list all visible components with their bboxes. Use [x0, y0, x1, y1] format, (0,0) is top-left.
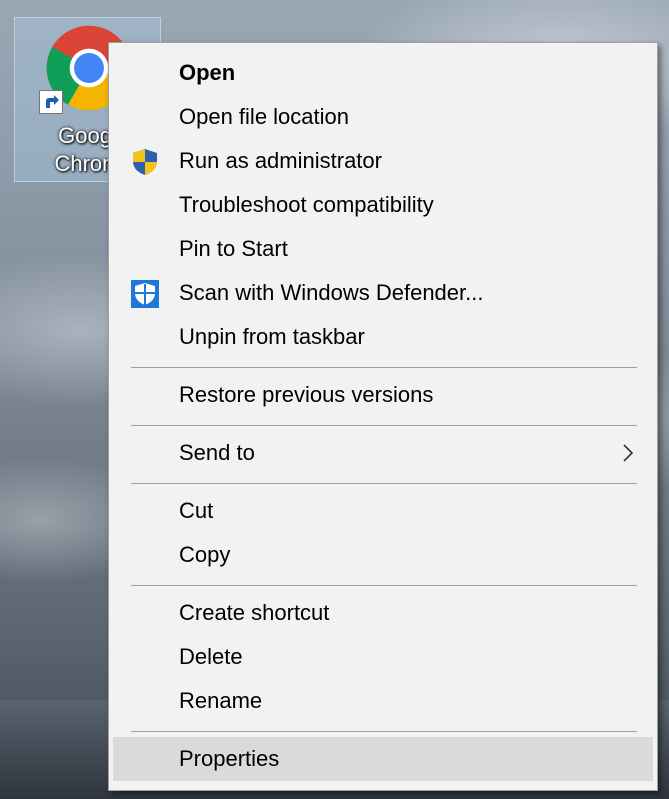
menu-separator: [131, 731, 637, 732]
windows-defender-icon: [131, 280, 159, 308]
menu-item-label: Unpin from taskbar: [179, 324, 365, 349]
menu-item-troubleshoot-compatibility[interactable]: Troubleshoot compatibility: [109, 183, 657, 227]
context-menu: Open Open file location Run as administr…: [108, 42, 658, 791]
menu-item-label: Copy: [179, 542, 231, 567]
menu-item-label: Run as administrator: [179, 148, 382, 173]
menu-item-pin-to-start[interactable]: Pin to Start: [109, 227, 657, 271]
menu-item-label: Cut: [179, 498, 214, 523]
menu-item-copy[interactable]: Copy: [109, 533, 657, 577]
menu-item-cut[interactable]: Cut: [109, 489, 657, 533]
menu-item-unpin-from-taskbar[interactable]: Unpin from taskbar: [109, 315, 657, 359]
uac-shield-icon: [133, 149, 157, 175]
menu-separator: [131, 425, 637, 426]
menu-item-properties[interactable]: Properties: [113, 737, 653, 781]
menu-item-label: Restore previous versions: [179, 382, 434, 407]
menu-item-label: Rename: [179, 688, 263, 713]
menu-item-label: Send to: [179, 440, 255, 465]
menu-item-scan-with-windows-defender[interactable]: Scan with Windows Defender...: [109, 271, 657, 315]
menu-item-open[interactable]: Open: [109, 51, 657, 95]
menu-item-label: Open file location: [179, 104, 349, 129]
menu-item-delete[interactable]: Delete: [109, 635, 657, 679]
menu-item-restore-previous-versions[interactable]: Restore previous versions: [109, 373, 657, 417]
menu-item-label: Pin to Start: [179, 236, 288, 261]
menu-item-label: Troubleshoot compatibility: [179, 192, 434, 217]
menu-item-label: Scan with Windows Defender...: [179, 280, 484, 305]
menu-item-label: Open: [179, 60, 236, 85]
menu-separator: [131, 367, 637, 368]
menu-item-create-shortcut[interactable]: Create shortcut: [109, 591, 657, 635]
chevron-right-icon: [623, 444, 634, 462]
menu-item-label: Create shortcut: [179, 600, 330, 625]
menu-item-label: Properties: [179, 746, 280, 771]
menu-separator: [131, 483, 637, 484]
menu-item-rename[interactable]: Rename: [109, 679, 657, 723]
menu-item-send-to[interactable]: Send to: [109, 431, 657, 475]
shortcut-arrow-icon: [39, 90, 63, 114]
menu-item-open-file-location[interactable]: Open file location: [109, 95, 657, 139]
menu-item-run-as-administrator[interactable]: Run as administrator: [109, 139, 657, 183]
menu-item-label: Delete: [179, 644, 243, 669]
menu-separator: [131, 585, 637, 586]
